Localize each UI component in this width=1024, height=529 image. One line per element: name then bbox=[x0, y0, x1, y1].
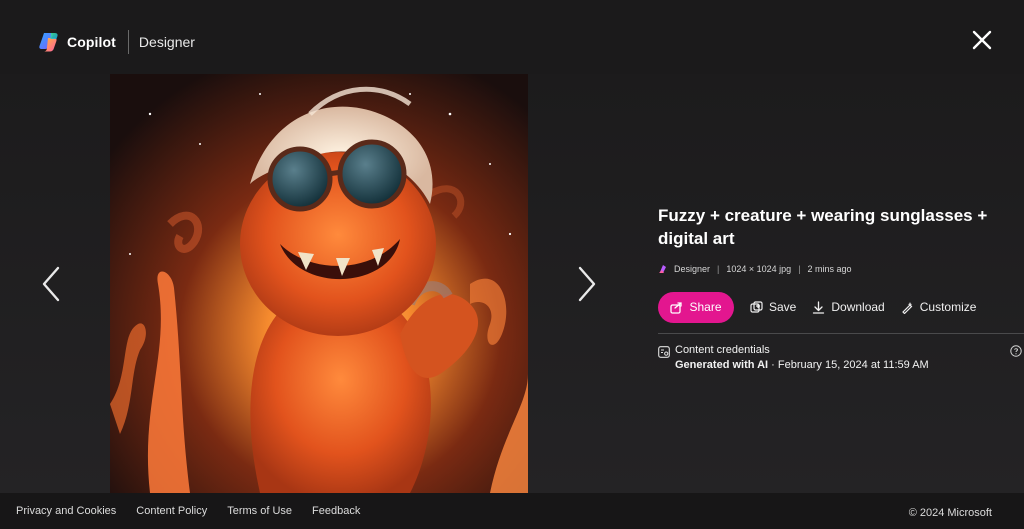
credentials-icon bbox=[658, 346, 670, 358]
top-bar: Copilot Designer bbox=[0, 0, 1024, 74]
footer-link-feedback[interactable]: Feedback bbox=[312, 505, 360, 517]
divider bbox=[658, 333, 1024, 334]
action-bar: Share Save Download Customize bbox=[658, 291, 1024, 323]
footer: Privacy and Cookies Content Policy Terms… bbox=[0, 493, 1024, 529]
customize-label: Customize bbox=[919, 300, 977, 314]
content-credentials: Content credentials Generated with AI · … bbox=[658, 344, 1024, 378]
generated-label: Generated with AI bbox=[675, 359, 769, 371]
credentials-detail: Generated with AI · February 15, 2024 at… bbox=[675, 359, 929, 371]
share-button[interactable]: Share bbox=[658, 291, 734, 323]
share-icon bbox=[670, 301, 683, 314]
download-button[interactable]: Download bbox=[812, 300, 885, 314]
save-button[interactable]: Save bbox=[750, 300, 796, 314]
designer-logo-icon bbox=[659, 265, 666, 273]
copyright: © 2024 Microsoft bbox=[908, 507, 992, 519]
meta-separator: | bbox=[798, 264, 801, 274]
close-icon[interactable] bbox=[968, 26, 996, 54]
age-label: 2 mins ago bbox=[807, 264, 852, 274]
image-details: Fuzzy + creature + wearing sunglasses + … bbox=[658, 204, 1024, 378]
copilot-logo-icon bbox=[39, 33, 58, 52]
generated-date: · February 15, 2024 at 11:59 AM bbox=[768, 359, 929, 371]
footer-link-privacy[interactable]: Privacy and Cookies bbox=[16, 505, 116, 517]
download-label: Download bbox=[831, 300, 885, 314]
save-icon bbox=[750, 300, 763, 313]
customize-icon bbox=[901, 301, 913, 314]
share-label: Share bbox=[689, 300, 722, 314]
save-label: Save bbox=[769, 300, 797, 314]
download-icon bbox=[813, 300, 825, 314]
viewer-stage: Fuzzy + creature + wearing sunglasses + … bbox=[0, 74, 1024, 493]
image-meta: Designer | 1024 × 1024 jpg | 2 mins ago bbox=[658, 262, 1024, 276]
image-title: Fuzzy + creature + wearing sunglasses + … bbox=[658, 206, 988, 248]
meta-separator: | bbox=[717, 264, 720, 274]
credentials-label: Content credentials bbox=[675, 344, 770, 356]
brand-name: Copilot bbox=[67, 34, 116, 50]
help-icon[interactable] bbox=[1010, 345, 1022, 357]
customize-button[interactable]: Customize bbox=[901, 300, 977, 314]
footer-link-content-policy[interactable]: Content Policy bbox=[136, 505, 207, 517]
brand-divider bbox=[127, 30, 129, 54]
chevron-right-icon[interactable] bbox=[574, 264, 600, 304]
product-name: Designer bbox=[138, 34, 195, 50]
chevron-left-icon[interactable] bbox=[38, 264, 64, 304]
brand[interactable]: Copilot Designer bbox=[38, 30, 195, 54]
dimensions-label: 1024 × 1024 jpg bbox=[726, 264, 792, 274]
footer-link-terms[interactable]: Terms of Use bbox=[227, 505, 292, 517]
author-label: Designer bbox=[674, 264, 711, 274]
generated-image[interactable] bbox=[110, 74, 528, 493]
